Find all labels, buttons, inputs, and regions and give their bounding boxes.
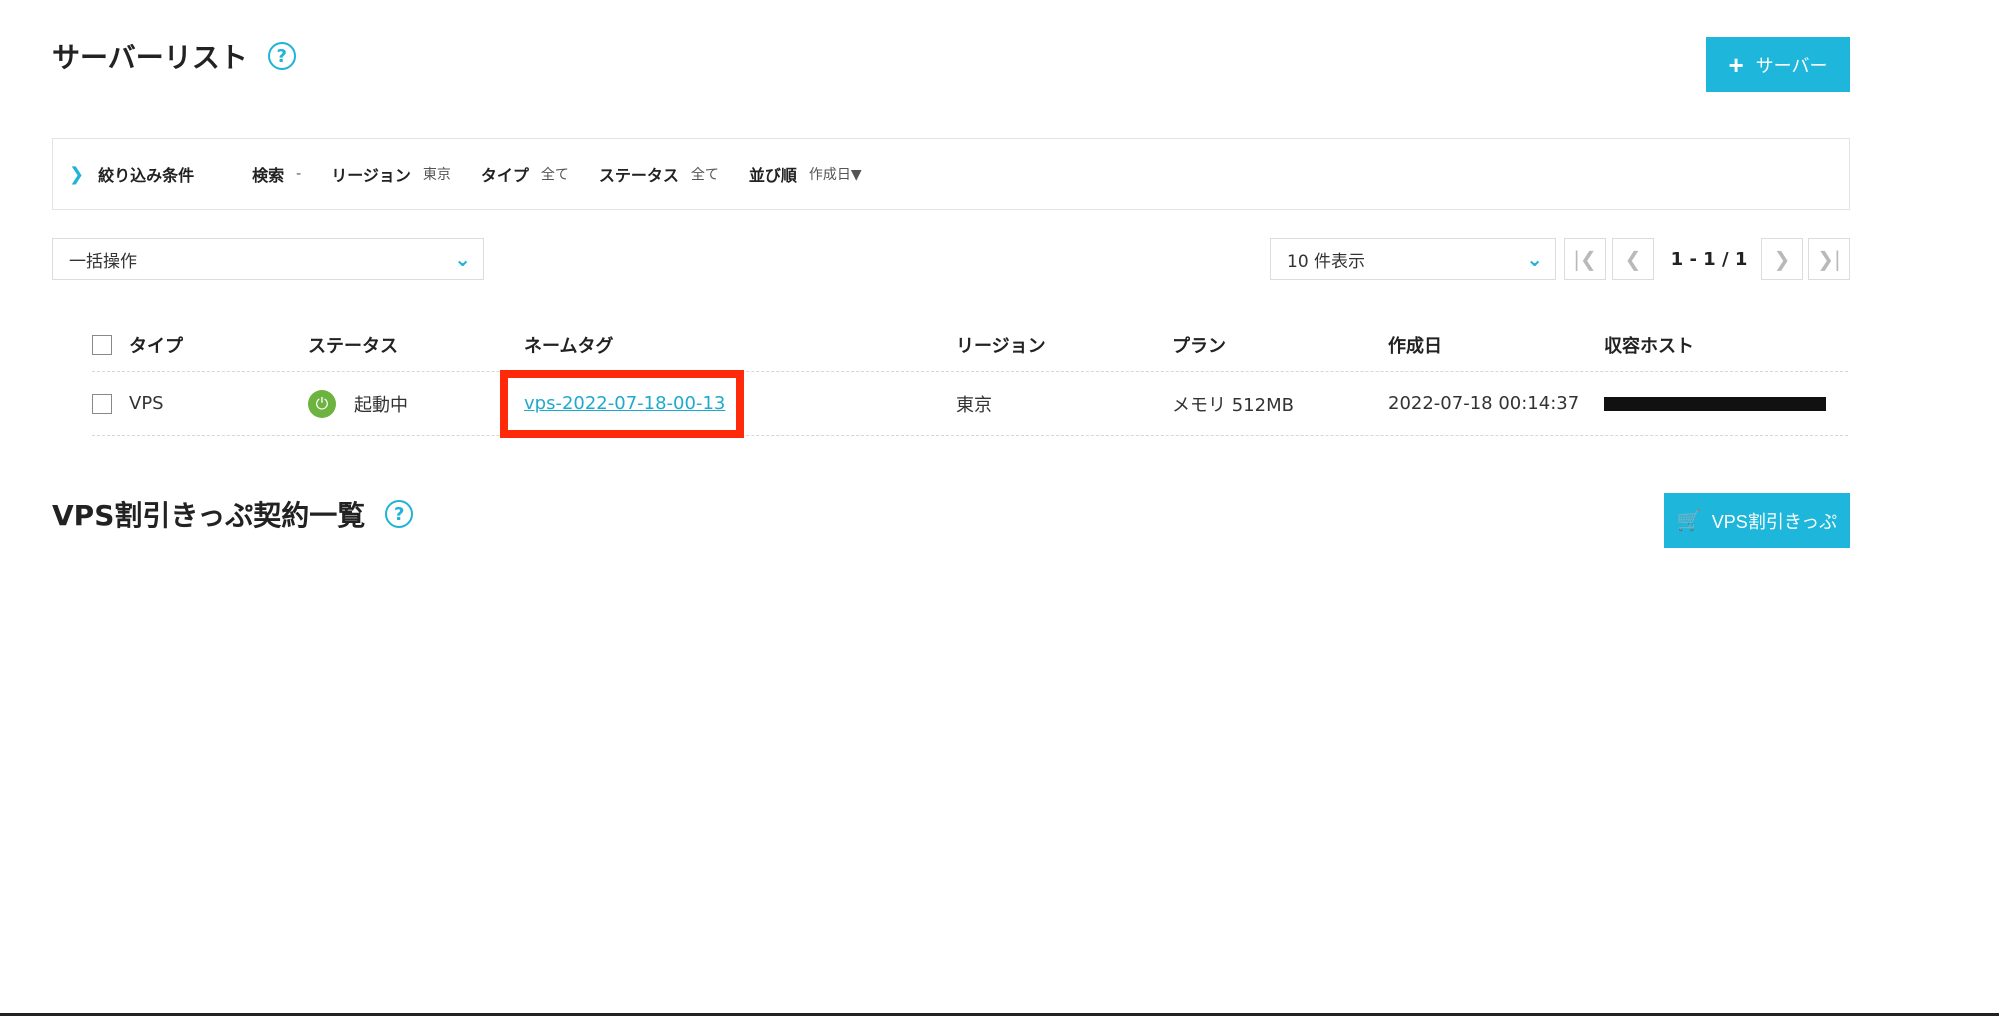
bulk-action-value: 一括操作 (69, 251, 137, 272)
per-page-select[interactable]: 10 件表示 ⌄ (1270, 238, 1556, 280)
cart-icon: 🛒 (1676, 510, 1702, 532)
filter-type-value: 全て (540, 167, 569, 183)
chevron-right-icon: ❯ (69, 163, 85, 185)
plus-icon: + (1728, 49, 1744, 80)
chevron-right-icon: ❯ (1773, 247, 1791, 271)
row-status-text: 起動中 (354, 394, 408, 416)
col-header-status[interactable]: ステータス (308, 318, 398, 371)
table-header-row: タイプ ステータス ネームタグ リージョン プラン 作成日 収容ホスト (92, 318, 1848, 372)
filter-title: 絞り込み条件 (98, 166, 195, 185)
row-plan: メモリ 512MB (1172, 394, 1294, 416)
row-status: ⏻ 起動中 (308, 372, 408, 435)
row-created: 2022-07-18 00:14:37 (1388, 393, 1580, 414)
filter-sort-label: 並び順 (748, 166, 797, 185)
last-page-icon: ❯| (1817, 247, 1841, 271)
section-title-text: VPS割引きっぷ契約一覧 (52, 499, 366, 532)
col-header-host[interactable]: 収容ホスト (1604, 318, 1694, 371)
row-host (1604, 372, 1826, 435)
filter-region-label: リージョン (331, 166, 411, 185)
filter-bar[interactable]: ❯ 絞り込み条件 検索 - リージョン 東京 タイプ 全て ステータス 全て 並… (52, 138, 1850, 210)
redacted-host (1604, 396, 1826, 411)
chevron-down-icon: ⌄ (1526, 247, 1543, 271)
col-header-name-tag[interactable]: ネームタグ (524, 318, 613, 371)
filter-status-label: ステータス (598, 166, 679, 185)
vps-ticket-button[interactable]: 🛒 VPS割引きっぷ (1664, 493, 1850, 548)
add-server-label: サーバー (1755, 55, 1828, 76)
filter-search-value: - (296, 166, 302, 182)
select-all-cell (92, 318, 112, 371)
first-page-button[interactable]: |❮ (1564, 238, 1606, 280)
col-header-plan[interactable]: プラン (1172, 318, 1226, 371)
filter-sort-value: 作成日▼ (808, 167, 862, 183)
row-checkbox-cell (92, 372, 112, 435)
next-page-button[interactable]: ❯ (1761, 238, 1803, 280)
row-checkbox[interactable] (92, 393, 112, 414)
filter-type-label: タイプ (480, 166, 529, 185)
page-count: 1 - 1 / 1 (1670, 248, 1748, 270)
power-icon: ⏻ (308, 389, 336, 418)
help-icon[interactable]: ? (385, 500, 414, 528)
help-icon[interactable]: ? (267, 42, 296, 70)
row-region: 東京 (956, 394, 992, 416)
page-title-text: サーバーリスト (52, 41, 248, 74)
last-page-button[interactable]: ❯| (1808, 238, 1850, 280)
page-title: サーバーリスト ? (52, 36, 296, 76)
filter-region-value: 東京 (422, 167, 451, 183)
first-page-icon: |❮ (1573, 247, 1597, 271)
bulk-action-select[interactable]: 一括操作 ⌄ (52, 238, 484, 280)
filter-search-label: 検索 (252, 166, 285, 185)
section-title: VPS割引きっぷ契約一覧 ? (52, 494, 414, 534)
table-row: VPS ⏻ 起動中 vps-2022-07-18-00-13 東京 メモリ 51… (92, 372, 1848, 436)
prev-page-button[interactable]: ❮ (1612, 238, 1654, 280)
chevron-down-icon: ⌄ (454, 247, 471, 271)
col-header-type[interactable]: タイプ (129, 318, 183, 371)
filter-status-value: 全て (690, 167, 719, 183)
add-server-button[interactable]: + サーバー (1706, 37, 1850, 92)
row-type: VPS (129, 393, 164, 414)
chevron-left-icon: ❮ (1624, 247, 1642, 271)
col-header-created[interactable]: 作成日 (1388, 318, 1442, 371)
server-table: タイプ ステータス ネームタグ リージョン プラン 作成日 収容ホスト VPS … (92, 318, 1848, 436)
select-all-checkbox[interactable] (92, 334, 112, 355)
per-page-value: 10 件表示 (1287, 251, 1366, 272)
col-header-region[interactable]: リージョン (956, 318, 1046, 371)
highlight-box (500, 370, 744, 438)
page: サーバーリスト ? + サーバー ❯ 絞り込み条件 検索 - リージョン 東京 … (0, 0, 1999, 1016)
vps-ticket-label: VPS割引きっぷ (1711, 511, 1838, 532)
